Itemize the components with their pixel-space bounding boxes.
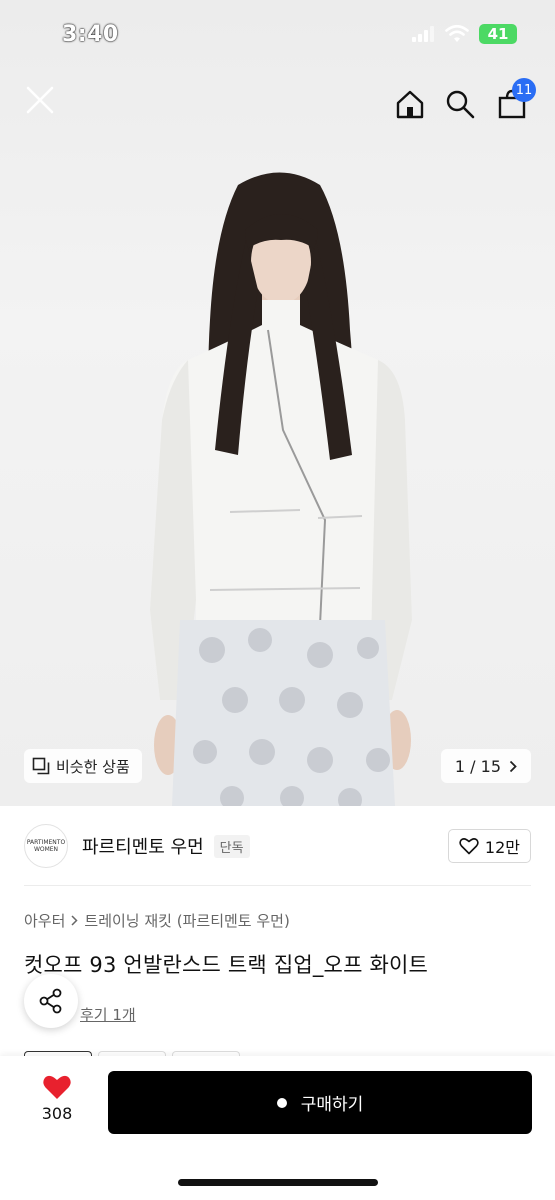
battery-indicator: 41 bbox=[479, 24, 517, 44]
close-icon bbox=[26, 86, 54, 114]
image-page-counter[interactable]: 1 / 15 bbox=[440, 749, 531, 783]
share-button[interactable] bbox=[24, 974, 78, 1028]
review-link[interactable]: 후기 1개 bbox=[80, 1004, 136, 1025]
home-indicator bbox=[178, 1179, 378, 1186]
product-title: 컷오프 93 언발란스드 트랙 집업_오프 화이트 bbox=[24, 953, 429, 977]
product-image-carousel[interactable]: 3:40 41 11 비슷한 상품 1 / 15 bbox=[0, 0, 555, 806]
cart-count-badge: 11 bbox=[512, 78, 536, 102]
buy-button[interactable]: 구매하기 bbox=[108, 1071, 532, 1134]
home-button[interactable] bbox=[390, 84, 430, 124]
search-icon bbox=[446, 90, 475, 119]
breadcrumb-category[interactable]: 아우터 bbox=[24, 910, 65, 931]
close-button[interactable] bbox=[20, 80, 60, 120]
wifi-icon bbox=[445, 25, 469, 42]
heart-outline-icon bbox=[459, 838, 479, 855]
brand-logo[interactable]: PARTIMENTO WOMEN bbox=[24, 824, 68, 868]
brand-row: PARTIMENTO WOMEN 파르티멘토 우먼 단독 12만 bbox=[24, 824, 531, 868]
status-bar: 3:40 41 bbox=[0, 0, 555, 70]
search-button[interactable] bbox=[440, 84, 480, 124]
cart-button[interactable]: 11 bbox=[492, 78, 536, 124]
brand-like-count: 12만 bbox=[484, 838, 520, 857]
bottom-action-bar: 308 구매하기 bbox=[0, 1056, 555, 1200]
chevron-right-icon bbox=[71, 915, 78, 926]
similar-items-icon bbox=[32, 757, 50, 775]
brand-name[interactable]: 파르티멘토 우먼 bbox=[82, 833, 204, 859]
similar-products-label: 비슷한 상품 bbox=[56, 757, 130, 776]
chevron-right-icon bbox=[509, 760, 517, 772]
brand-like-button[interactable]: 12만 bbox=[447, 829, 531, 863]
loading-dot-icon bbox=[276, 1097, 287, 1108]
exclusive-badge: 단독 bbox=[213, 834, 250, 858]
buy-button-label: 구매하기 bbox=[300, 1095, 364, 1115]
breadcrumb: 아우터 트레이닝 재킷 (파르티멘토 우먼) bbox=[24, 910, 290, 931]
heart-filled-icon bbox=[43, 1075, 71, 1099]
share-icon bbox=[39, 988, 62, 1014]
home-icon bbox=[396, 90, 424, 119]
wishlist-count: 308 bbox=[41, 1104, 73, 1123]
similar-products-button[interactable]: 비슷한 상품 bbox=[24, 749, 142, 783]
brand-logo-line1: PARTIMENTO bbox=[26, 839, 66, 846]
breadcrumb-subcategory[interactable]: 트레이닝 재킷 (파르티멘토 우먼) bbox=[84, 910, 289, 931]
brand-logo-line2: WOMEN bbox=[33, 846, 59, 853]
image-page-indicator: 1 / 15 bbox=[454, 756, 501, 776]
divider bbox=[24, 885, 531, 886]
status-time: 3:40 bbox=[62, 22, 119, 47]
top-navigation: 11 bbox=[0, 78, 555, 128]
cellular-signal-icon bbox=[412, 26, 434, 42]
wishlist-button[interactable]: 308 bbox=[28, 1074, 86, 1123]
status-icons: 41 bbox=[411, 24, 517, 44]
